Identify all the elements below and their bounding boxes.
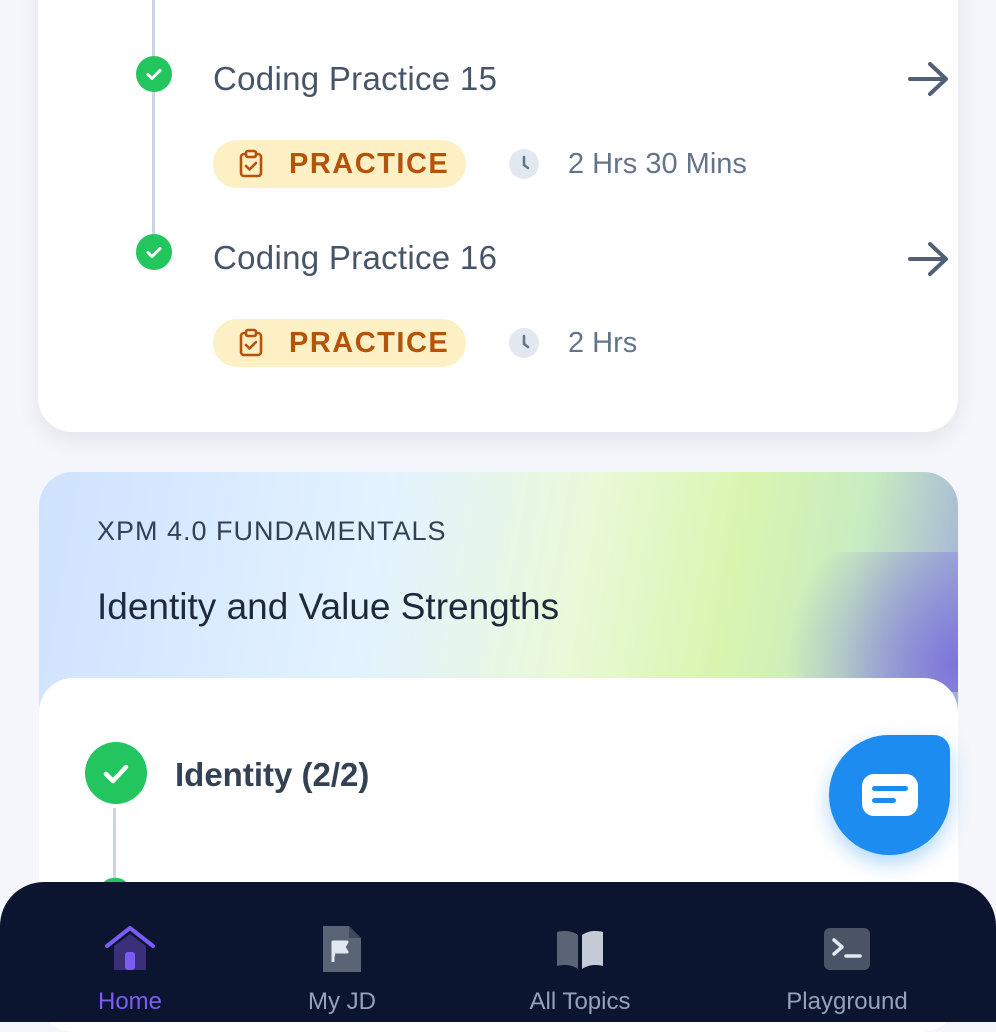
badge-label: PRACTICE bbox=[289, 147, 450, 180]
lesson-duration: 2 Hrs bbox=[568, 327, 638, 359]
lessons-card: Coding Practice 15 PRACTICE 2 Hrs 30 Min… bbox=[38, 0, 958, 432]
completed-check-icon bbox=[85, 742, 147, 804]
clipboard-check-icon bbox=[239, 328, 263, 357]
terminal-icon bbox=[824, 928, 870, 970]
nav-label: Home bbox=[97, 988, 163, 1015]
badge-label: PRACTICE bbox=[289, 326, 450, 359]
chat-icon bbox=[861, 774, 918, 816]
nav-label: Playground bbox=[786, 988, 908, 1015]
practice-badge: PRACTICE bbox=[213, 140, 466, 188]
book-icon bbox=[557, 931, 603, 969]
timeline-line bbox=[113, 808, 116, 888]
lesson-title[interactable]: Coding Practice 15 bbox=[213, 60, 497, 98]
clipboard-check-icon bbox=[239, 149, 263, 178]
practice-badge: PRACTICE bbox=[213, 319, 466, 367]
nav-label: All Topics bbox=[529, 988, 631, 1015]
flag-file-icon bbox=[323, 926, 361, 972]
home-icon bbox=[105, 926, 155, 970]
module-eyebrow: XPM 4.0 FUNDAMENTALS bbox=[97, 516, 447, 546]
completed-check-icon bbox=[136, 56, 172, 92]
clock-icon bbox=[509, 328, 539, 358]
nav-item-all-topics[interactable]: All Topics bbox=[500, 922, 660, 1022]
arrow-right-icon[interactable] bbox=[906, 59, 952, 99]
module-title: Identity and Value Strengths bbox=[97, 586, 560, 627]
completed-check-icon bbox=[136, 234, 172, 270]
arrow-right-icon[interactable] bbox=[906, 239, 952, 279]
timeline-line bbox=[152, 0, 155, 266]
lesson-title[interactable]: Coding Practice 16 bbox=[213, 239, 497, 277]
module-item-label[interactable]: Identity (2/2) bbox=[175, 756, 369, 794]
nav-item-home[interactable]: Home bbox=[50, 922, 210, 1022]
nav-item-playground[interactable]: Playground bbox=[767, 922, 927, 1022]
nav-label: My JD bbox=[308, 988, 376, 1015]
bottom-navigation: Home My JD All Topics Playground bbox=[0, 882, 996, 1022]
lesson-duration: 2 Hrs 30 Mins bbox=[568, 148, 747, 180]
chat-button[interactable] bbox=[829, 735, 950, 855]
clock-icon bbox=[509, 149, 539, 179]
nav-item-my-jd[interactable]: My JD bbox=[262, 922, 422, 1022]
